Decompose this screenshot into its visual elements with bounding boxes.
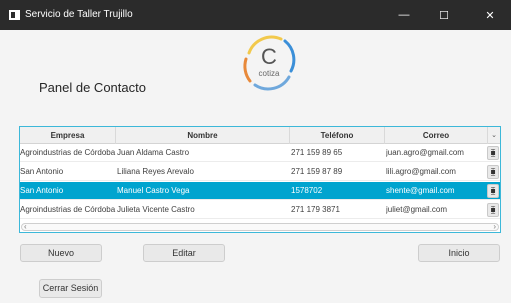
logo-arc-left <box>243 57 252 83</box>
column-menu-icon[interactable]: ⌄ <box>488 127 500 144</box>
trash-icon[interactable]: ⧯ <box>487 184 499 198</box>
maximize-button[interactable]: ☐ <box>428 0 460 30</box>
cell-correo: juliet@gmail.com <box>386 205 448 214</box>
app-icon <box>9 10 20 20</box>
column-header-telefono[interactable]: Teléfono <box>290 127 385 144</box>
new-button[interactable]: Nuevo <box>20 244 102 262</box>
scroll-right-icon[interactable]: › <box>493 222 496 231</box>
cell-nombre: Liliana Reyes Arevalo <box>117 167 194 176</box>
horizontal-scrollbar[interactable]: ‹ › <box>21 222 499 231</box>
cell-nombre: Manuel Castro Vega <box>117 186 190 195</box>
cell-correo: shente@gmail.com <box>386 186 455 195</box>
contacts-table[interactable]: Empresa Nombre Teléfono Correo ⌄ Agroind… <box>19 126 501 233</box>
logo-arc-bottom <box>253 75 291 91</box>
column-header-empresa[interactable]: Empresa <box>20 127 116 144</box>
trash-icon[interactable]: ⧯ <box>487 146 499 160</box>
trash-icon[interactable]: ⧯ <box>487 203 499 217</box>
cell-correo: juan.agro@gmail.com <box>386 148 464 157</box>
title-bar: Servicio de Taller Trujillo — ☐ ✕ <box>0 0 511 30</box>
cell-nombre: Julieta Vicente Castro <box>117 205 195 214</box>
cell-correo: lili.agro@gmail.com <box>386 167 456 176</box>
logo-letter: C <box>261 44 277 69</box>
logo-arc-right <box>283 39 296 73</box>
cell-nombre: Juan Aldama Castro <box>117 148 190 157</box>
window-title: Servicio de Taller Trujillo <box>25 9 133 20</box>
table-row[interactable]: Agroindustrias de Córdoba Juan Aldama Ca… <box>20 144 500 162</box>
edit-button[interactable]: Editar <box>143 244 225 262</box>
cell-empresa: Agroindustrias de Córdoba <box>20 148 116 157</box>
cell-telefono: 271 159 89 65 <box>291 148 343 157</box>
logo-text: cotiza <box>259 69 280 78</box>
table-row[interactable]: San Antonio Liliana Reyes Arevalo 271 15… <box>20 163 500 181</box>
trash-icon[interactable]: ⧯ <box>487 165 499 179</box>
logout-button[interactable]: Cerrar Sesión <box>39 279 102 298</box>
cell-empresa: San Antonio <box>20 186 64 195</box>
table-row[interactable]: Agroindustrias de Córdoba Julieta Vicent… <box>20 201 500 219</box>
cell-telefono: 271 179 3871 <box>291 205 340 214</box>
home-button[interactable]: Inicio <box>418 244 500 262</box>
close-button[interactable]: ✕ <box>474 0 506 30</box>
cell-telefono: 1578702 <box>291 186 323 195</box>
scroll-left-icon[interactable]: ‹ <box>24 222 27 231</box>
page-title: Panel de Contacto <box>39 80 146 95</box>
column-header-nombre[interactable]: Nombre <box>116 127 290 144</box>
column-header-correo[interactable]: Correo <box>385 127 488 144</box>
cell-telefono: 271 159 87 89 <box>291 167 343 176</box>
cell-empresa: Agroindustrias de Córdoba <box>20 205 116 214</box>
table-header: Empresa Nombre Teléfono Correo ⌄ <box>20 127 500 144</box>
cotiza-logo: C cotiza <box>243 35 296 91</box>
table-row-selected[interactable]: San Antonio Manuel Castro Vega 1578702 s… <box>20 182 500 200</box>
cell-empresa: San Antonio <box>20 167 64 176</box>
minimize-button[interactable]: — <box>388 0 420 30</box>
